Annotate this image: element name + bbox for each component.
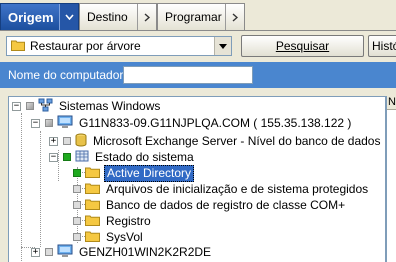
tree-node-server1[interactable]: − G11N833-09.G11NJPLQA.COM ( 155.35.138.… xyxy=(31,115,353,131)
computer-name-bar: Nome do computador: xyxy=(0,62,396,88)
tree-connector xyxy=(21,113,22,262)
node-checkbox[interactable] xyxy=(73,233,81,241)
tree-node-label: Banco de dados de registro de classe COM… xyxy=(106,197,346,212)
chevron-right-icon[interactable] xyxy=(225,4,244,30)
folder-icon xyxy=(85,182,100,197)
tree-node-root[interactable]: − Sistemas Windows xyxy=(12,98,162,114)
tree-node-label: Active Directory xyxy=(104,164,195,182)
database-icon xyxy=(75,133,87,150)
tree-node-exchange[interactable]: + Microsoft Exchange Server - Nível do b… xyxy=(49,133,382,149)
node-checkbox[interactable] xyxy=(73,185,81,193)
tree-node-label: G11N833-09.G11NJPLQA.COM ( 155.35.138.12… xyxy=(79,115,352,130)
tree-node-server2[interactable]: + GENZH01WIN2K2R2DE xyxy=(31,244,213,260)
folder-icon xyxy=(11,39,25,54)
collapse-icon[interactable]: − xyxy=(31,118,40,128)
history-button[interactable]: Histó xyxy=(368,35,396,57)
tab-divider xyxy=(0,30,396,31)
folder-icon xyxy=(85,166,100,181)
tree-node-com-registry[interactable]: Banco de dados de registro de classe COM… xyxy=(68,197,347,213)
tree-node-label: SysVol xyxy=(106,229,143,244)
node-checkbox[interactable] xyxy=(73,169,81,177)
tab-origem[interactable]: Origem xyxy=(0,3,79,30)
chevron-down-icon[interactable] xyxy=(59,4,78,30)
computer-icon xyxy=(57,115,73,132)
history-button-label: Histó xyxy=(372,39,396,53)
node-checkbox[interactable] xyxy=(73,201,81,209)
tree-node-label: Sistemas Windows xyxy=(59,98,161,113)
computer-name-input[interactable] xyxy=(123,66,253,84)
details-column-header[interactable]: N xyxy=(387,96,396,110)
tree-node-protected-files[interactable]: Arquivos de inicialização e de sistema p… xyxy=(68,181,370,197)
system-state-icon xyxy=(75,149,89,166)
tree-node-active-directory[interactable]: Active Directory xyxy=(68,164,195,182)
tree-node-label: Microsoft Exchange Server - Nível do ban… xyxy=(93,133,381,148)
collapse-icon[interactable]: − xyxy=(12,101,21,111)
tab-strip: Origem Destino Programar xyxy=(0,0,396,31)
restore-mode-select[interactable]: Restaurar por árvore xyxy=(6,36,232,56)
tab-destino-label: Destino xyxy=(87,10,128,24)
search-button-label: Pesquisar xyxy=(275,39,330,53)
expand-icon[interactable]: + xyxy=(49,136,58,146)
tree-node-sysvol[interactable]: SysVol xyxy=(68,229,145,245)
tree-node-registry[interactable]: Registro xyxy=(68,213,153,229)
dropdown-arrow-icon[interactable] xyxy=(214,37,231,55)
folder-icon xyxy=(85,230,100,245)
tab-origem-label: Origem xyxy=(8,9,54,25)
node-checkbox[interactable] xyxy=(45,248,53,256)
details-panel: N xyxy=(386,96,396,262)
computer-icon xyxy=(57,244,73,261)
tree-node-label: Arquivos de inicialização e de sistema p… xyxy=(106,181,369,196)
search-button[interactable]: Pesquisar xyxy=(241,35,364,57)
chevron-right-icon[interactable] xyxy=(137,4,156,30)
folder-icon xyxy=(85,198,100,213)
tree-node-label: Estado do sistema xyxy=(95,149,194,164)
tree-node-system-state[interactable]: − Estado do sistema xyxy=(49,149,196,165)
node-checkbox[interactable] xyxy=(73,217,81,225)
tree-node-label: Registro xyxy=(106,213,151,228)
details-column-label: N xyxy=(388,96,396,108)
expand-icon[interactable]: + xyxy=(31,247,40,257)
tree-connector xyxy=(40,131,41,247)
collapse-icon[interactable]: − xyxy=(49,152,58,162)
node-checkbox[interactable] xyxy=(63,137,71,145)
tab-programar-label: Programar xyxy=(165,10,222,24)
node-checkbox[interactable] xyxy=(63,153,71,161)
tree-node-label: GENZH01WIN2K2R2DE xyxy=(79,244,212,259)
node-checkbox[interactable] xyxy=(45,119,53,127)
folder-icon xyxy=(85,214,100,229)
tab-destino[interactable]: Destino xyxy=(79,3,157,30)
source-tree: − Sistemas Windows − G11N833-09.G11NJPLQ… xyxy=(8,96,386,262)
tab-programar[interactable]: Programar xyxy=(157,3,245,30)
computer-name-label: Nome do computador: xyxy=(8,68,127,82)
restore-mode-value: Restaurar por árvore xyxy=(30,39,141,53)
network-icon xyxy=(38,98,53,115)
node-checkbox[interactable] xyxy=(26,102,34,110)
